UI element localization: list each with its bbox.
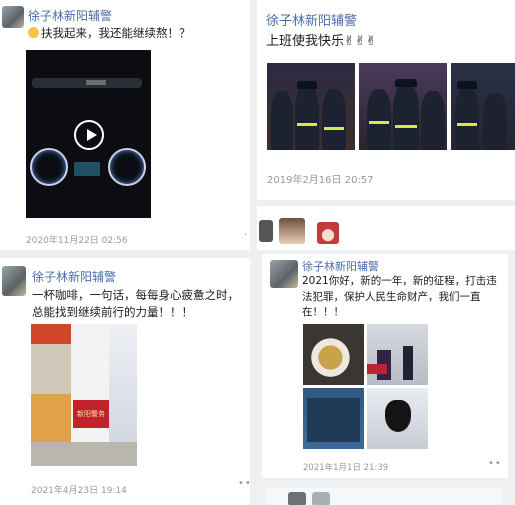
avatar[interactable] <box>279 218 305 244</box>
likes-strip <box>257 206 515 250</box>
post-timestamp: 2021年1月1日 21:39 <box>303 463 389 473</box>
more-dots-icon[interactable]: · <box>244 230 248 241</box>
post-card: 徐子林新阳辅警 一杯咖啡，一句话，每每身心疲惫之时，总能找到继续前行的力量！！！… <box>0 258 250 505</box>
post-username[interactable]: 徐子林新阳辅警 <box>28 7 112 24</box>
avatar[interactable] <box>2 266 26 296</box>
video-thumbnail[interactable] <box>26 50 151 218</box>
post-card <box>266 488 502 505</box>
police-badge-icon <box>385 400 411 432</box>
grimace-emoji-icon <box>28 27 39 38</box>
post-username[interactable]: 徐子林新阳辅警 <box>266 10 357 29</box>
post-text: 2021你好，新的一年，新的征程，打击违法犯罪，保护人民生命财产，我们一直在！！… <box>302 275 497 318</box>
post-timestamp: 2019年2月16日 20:57 <box>267 175 374 186</box>
more-dots-icon[interactable]: •• <box>488 458 502 469</box>
tachometer-dial <box>108 148 146 186</box>
avatar[interactable] <box>312 492 330 505</box>
avatar[interactable] <box>2 6 24 28</box>
post-card: 徐子林新阳辅警 扶我起来，我还能继续熬！？ 2020年11月22日 02:56 … <box>0 0 250 250</box>
post-username[interactable]: 徐子林新阳辅警 <box>302 258 379 274</box>
post-photo[interactable] <box>267 63 355 150</box>
post-photo[interactable] <box>359 63 447 150</box>
post-timestamp: 2021年4月23日 19:14 <box>31 486 127 496</box>
post-timestamp: 2020年11月22日 02:56 <box>26 236 128 246</box>
post-text: 扶我起来，我还能继续熬！？ <box>28 25 243 42</box>
post-username[interactable]: 徐子林新阳辅警 <box>32 268 116 285</box>
post-photo[interactable] <box>303 388 364 449</box>
speedometer-dial <box>30 148 68 186</box>
avatar[interactable] <box>259 220 273 242</box>
more-dots-icon[interactable]: •• <box>238 478 250 489</box>
post-photo[interactable] <box>367 388 428 449</box>
avatar[interactable] <box>317 222 339 244</box>
sign-text: 新阳警务 <box>77 410 105 418</box>
post-text: 一杯咖啡，一句话，每每身心疲惫之时，总能找到继续前行的力量！！！ <box>32 288 239 319</box>
post-photo[interactable] <box>451 63 515 150</box>
play-icon[interactable] <box>74 120 104 150</box>
avatar[interactable] <box>288 492 306 505</box>
sign-banner: 新阳警务 <box>73 400 109 428</box>
post-text: 上班使我快乐✌✌✌ <box>266 34 377 49</box>
post-card: 徐子林新阳辅警 2021你好，新的一年，新的征程，打击违法犯罪，保护人民生命财产… <box>262 254 508 478</box>
post-photo[interactable]: 新阳警务 <box>31 324 137 466</box>
avatar[interactable] <box>270 260 298 288</box>
post-card: 徐子林新阳辅警 上班使我快乐✌✌✌ 2019年2月16日 20:57 <box>257 0 515 200</box>
post-photo[interactable] <box>303 324 364 385</box>
post-photo[interactable] <box>367 324 428 385</box>
